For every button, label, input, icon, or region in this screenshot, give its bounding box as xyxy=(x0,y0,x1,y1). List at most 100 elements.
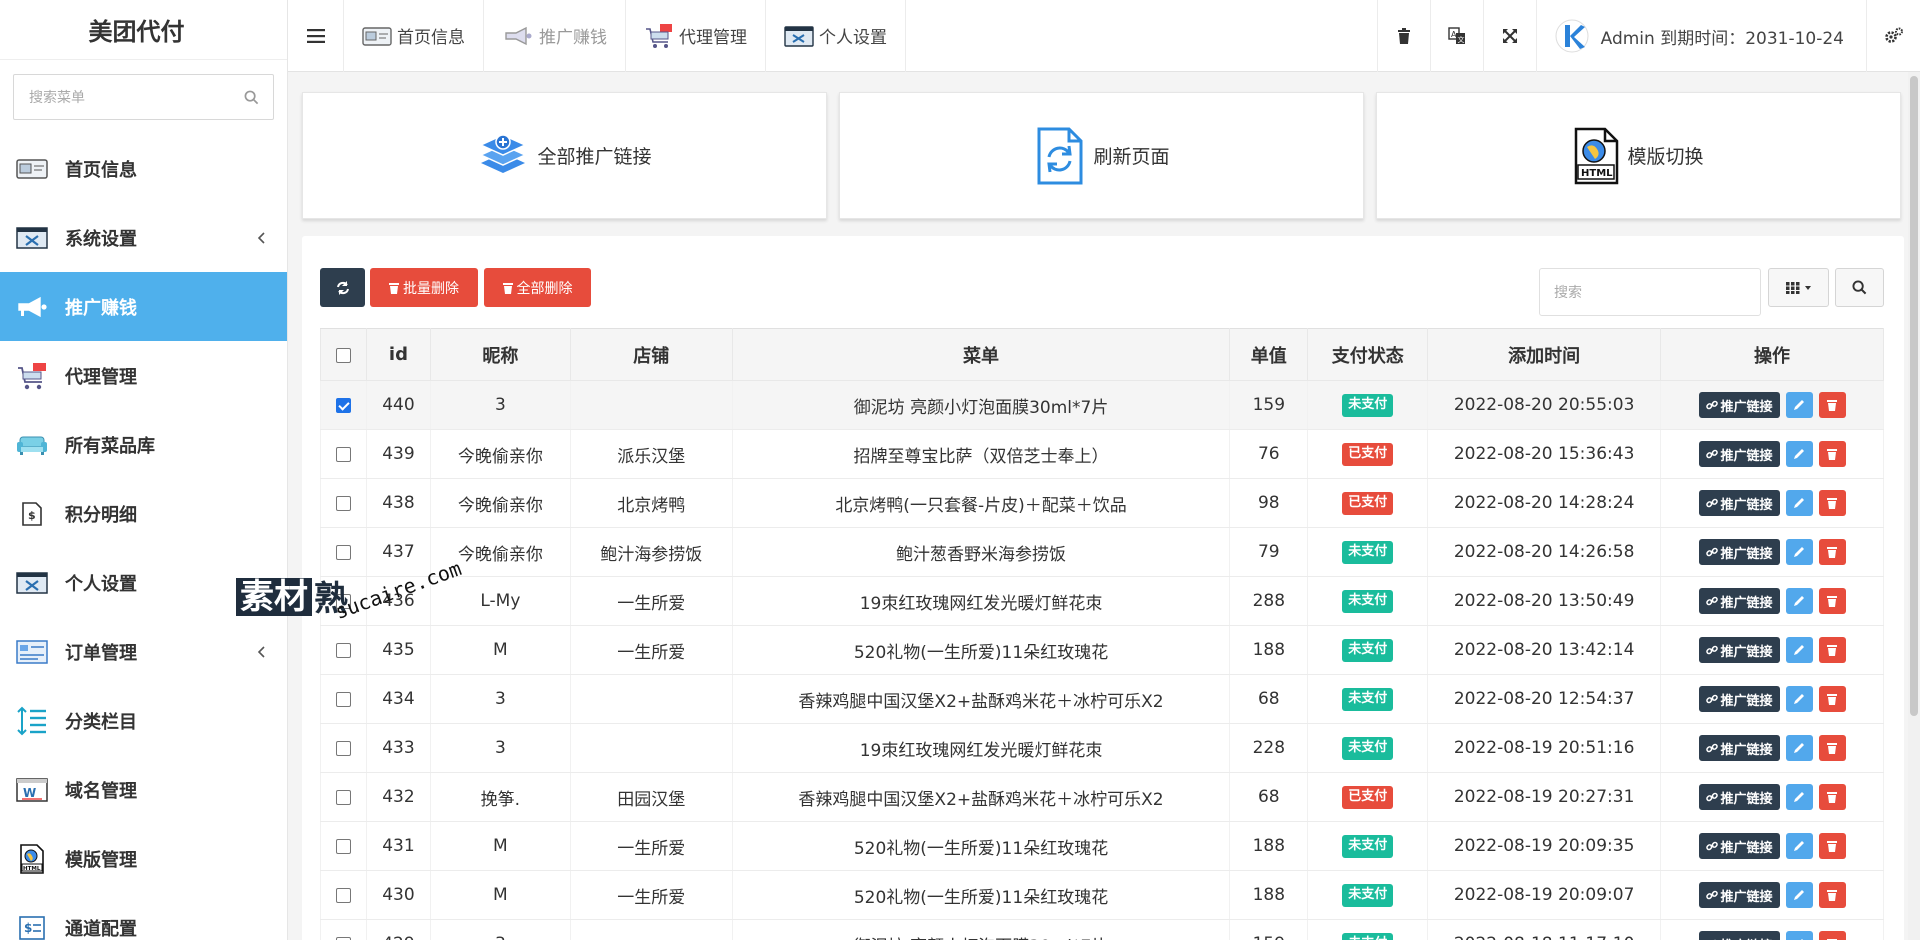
table-row[interactable]: 440 3 御泥坊 亮颜小灯泡面膜30ml*7片 159 未支付 2022-08-20 2… xyxy=(320,380,1884,430)
delete-all-button[interactable]: 全部删除 xyxy=(484,268,591,307)
sidebar-item[interactable]: 首页信息 xyxy=(0,134,287,203)
table-row[interactable]: 437 今晚偷亲你 鲍汁海参捞饭 鲍汁葱香野米海参捞饭 79 未支付 2022-08-20 … xyxy=(320,527,1884,577)
tab-promote[interactable]: 推广赚钱 xyxy=(484,0,626,72)
col-header-time[interactable]: 添加时间 xyxy=(1427,328,1662,381)
delete-button[interactable] xyxy=(1818,784,1846,810)
table-row[interactable]: 432 挽筝. 田园汉堡 香辣鸡腿中国汉堡X2+盐酥鸡米花＋冰柠可乐X2 68 已支付 20… xyxy=(320,772,1884,822)
settings-button[interactable] xyxy=(1867,0,1920,72)
template-switch-card[interactable]: HTML 模版切换 xyxy=(1376,92,1901,219)
promo-link-button[interactable]: 推广链接 xyxy=(1698,833,1780,859)
row-checkbox[interactable] xyxy=(335,691,351,707)
col-header-shop[interactable]: 店铺 xyxy=(569,328,733,381)
all-links-card[interactable]: 全部推广链接 xyxy=(302,92,827,219)
sidebar-item[interactable]: W 域名管理 xyxy=(0,755,287,824)
promo-link-button[interactable]: 推广链接 xyxy=(1698,637,1780,663)
row-checkbox[interactable] xyxy=(335,446,351,462)
promo-link-button[interactable]: 推广链接 xyxy=(1698,931,1780,940)
select-all-checkbox[interactable] xyxy=(335,347,351,363)
columns-toggle-button[interactable] xyxy=(1768,268,1829,307)
delete-button[interactable] xyxy=(1818,686,1846,712)
sidebar-item[interactable]: 推广赚钱 xyxy=(0,272,287,341)
promo-link-button[interactable]: 推广链接 xyxy=(1698,539,1780,565)
edit-button[interactable] xyxy=(1785,441,1813,467)
page-scrollbar[interactable] xyxy=(1908,72,1920,940)
row-checkbox[interactable] xyxy=(335,789,351,805)
promo-link-button[interactable]: 推广链接 xyxy=(1698,490,1780,516)
sidebar-item[interactable]: 订单管理 xyxy=(0,617,287,686)
promo-link-button[interactable]: 推广链接 xyxy=(1698,735,1780,761)
menu-toggle-button[interactable] xyxy=(288,0,344,72)
sidebar-item[interactable]: HTML 模版管理 xyxy=(0,824,287,893)
row-checkbox[interactable] xyxy=(335,740,351,756)
tab-agent[interactable]: 代理管理 xyxy=(626,0,766,72)
delete-button[interactable] xyxy=(1818,735,1846,761)
table-row[interactable]: 430 M 一生所爱 520礼物(一生所爱)11朵红玫瑰花 188 未支付 2022-08-… xyxy=(320,870,1884,920)
delete-button[interactable] xyxy=(1818,588,1846,614)
edit-button[interactable] xyxy=(1785,539,1813,565)
row-checkbox[interactable] xyxy=(335,495,351,511)
delete-button[interactable] xyxy=(1818,441,1846,467)
delete-button[interactable] xyxy=(1818,490,1846,516)
translate-button[interactable]: A文 xyxy=(1429,0,1483,72)
table-row[interactable]: 436 L-My 一生所爱 19朿红玫瑰网红发光暖灯鲜花朿 288 未支付 2022-08-… xyxy=(320,576,1884,626)
row-checkbox[interactable] xyxy=(335,936,351,940)
edit-button[interactable] xyxy=(1785,392,1813,418)
promo-link-button[interactable]: 推广链接 xyxy=(1698,686,1780,712)
col-header-nickname[interactable]: 昵称 xyxy=(429,328,571,381)
table-row[interactable]: 435 M 一生所爱 520礼物(一生所爱)11朵红玫瑰花 188 未支付 2022-08-… xyxy=(320,625,1884,675)
sidebar-search-input[interactable]: 搜索菜单 xyxy=(13,74,274,120)
promo-link-button[interactable]: 推广链接 xyxy=(1698,392,1780,418)
table-row[interactable]: 438 今晚偷亲你 北京烤鸭 北京烤鸭(一只套餐-片皮)＋配菜＋饮品 98 已支付 2022… xyxy=(320,478,1884,528)
col-header-menu[interactable]: 菜单 xyxy=(731,328,1231,381)
table-row[interactable]: 431 M 一生所爱 520礼物(一生所爱)11朵红玫瑰花 188 未支付 2022-08-… xyxy=(320,821,1884,871)
table-row[interactable]: 439 今晚偷亲你 派乐汉堡 招牌至尊宝比萨（双倍芝士奉上） 76 已支付 2022-08-… xyxy=(320,429,1884,479)
fullscreen-button[interactable] xyxy=(1482,0,1536,72)
refresh-button[interactable] xyxy=(320,268,365,307)
sidebar-item[interactable]: 代理管理 xyxy=(0,341,287,410)
tab-home[interactable]: 首页信息 xyxy=(344,0,484,72)
edit-button[interactable] xyxy=(1785,637,1813,663)
row-checkbox[interactable] xyxy=(335,397,351,413)
refresh-page-card[interactable]: 刷新页面 xyxy=(839,92,1364,219)
edit-button[interactable] xyxy=(1785,735,1813,761)
edit-button[interactable] xyxy=(1785,588,1813,614)
table-search-input[interactable]: 搜索 xyxy=(1539,268,1761,316)
edit-button[interactable] xyxy=(1785,686,1813,712)
sidebar-item[interactable]: $ 通道配置 xyxy=(0,893,287,940)
table-row[interactable]: 434 3 香辣鸡腿中国汉堡X2+盐酥鸡米花＋冰柠可乐X2 68 未支付 2022-08-… xyxy=(320,674,1884,724)
promo-link-button[interactable]: 推广链接 xyxy=(1698,441,1780,467)
scrollbar-thumb[interactable] xyxy=(1910,76,1918,716)
promo-link-button[interactable]: 推广链接 xyxy=(1698,588,1780,614)
promo-link-button[interactable]: 推广链接 xyxy=(1698,882,1780,908)
tab-profile[interactable]: 个人设置 xyxy=(766,0,906,72)
col-header-price[interactable]: 单值 xyxy=(1229,328,1309,381)
delete-button[interactable] xyxy=(1818,392,1846,418)
delete-button[interactable] xyxy=(1818,637,1846,663)
clear-cache-button[interactable] xyxy=(1376,0,1430,72)
edit-button[interactable] xyxy=(1785,931,1813,940)
edit-button[interactable] xyxy=(1785,882,1813,908)
col-header-id[interactable]: id xyxy=(365,328,431,381)
delete-button[interactable] xyxy=(1818,539,1846,565)
sidebar-item[interactable]: 分类栏目 xyxy=(0,686,287,755)
edit-button[interactable] xyxy=(1785,784,1813,810)
delete-button[interactable] xyxy=(1818,882,1846,908)
row-checkbox[interactable] xyxy=(335,544,351,560)
search-button[interactable] xyxy=(1835,268,1884,307)
edit-button[interactable] xyxy=(1785,833,1813,859)
sidebar-item[interactable]: 系统设置 xyxy=(0,203,287,272)
promo-link-button[interactable]: 推广链接 xyxy=(1698,784,1780,810)
sidebar-item[interactable]: $ 积分明细 xyxy=(0,479,287,548)
table-row[interactable]: 4293 御泥坊 亮颜小灯泡面膜30ml*7片159 未支付 2022-08-18 1… xyxy=(320,919,1884,940)
row-checkbox[interactable] xyxy=(335,642,351,658)
delete-button[interactable] xyxy=(1818,833,1846,859)
user-info[interactable]: Admin 到期时间：2031-10-24 xyxy=(1535,0,1867,72)
row-checkbox[interactable] xyxy=(335,838,351,854)
delete-button[interactable] xyxy=(1818,931,1846,940)
batch-delete-button[interactable]: 批量删除 xyxy=(370,268,478,307)
row-checkbox[interactable] xyxy=(335,887,351,903)
table-row[interactable]: 433 3 19朿红玫瑰网红发光暖灯鲜花朿 228 未支付 2022-08-19 20:5… xyxy=(320,723,1884,773)
edit-button[interactable] xyxy=(1785,490,1813,516)
sidebar-item[interactable]: 所有菜品库 xyxy=(0,410,287,479)
col-header-status[interactable]: 支付状态 xyxy=(1307,328,1429,381)
